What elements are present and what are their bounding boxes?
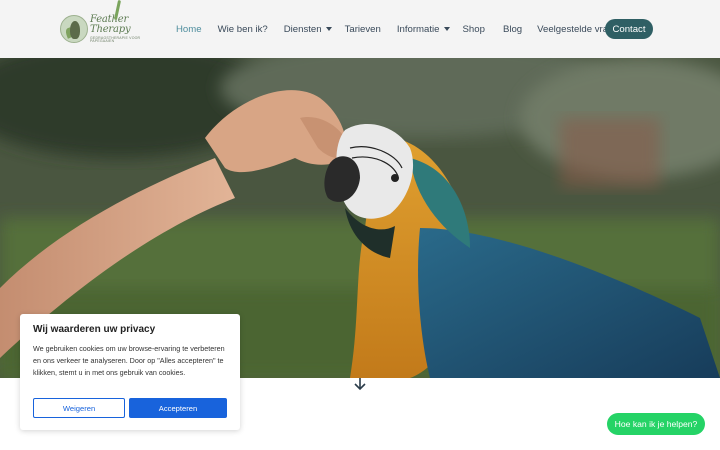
nav-item-diensten[interactable]: Diensten <box>284 24 332 35</box>
nav-label: Informatie <box>396 23 440 35</box>
nav-item-home[interactable]: Home <box>176 24 202 35</box>
accept-cookies-button[interactable]: Accepteren <box>129 398 227 418</box>
nav-item-shop[interactable]: Shop <box>463 24 485 35</box>
nav-item-informatie[interactable]: Informatie <box>397 24 450 35</box>
logo-text: Feather Therapy GEDRAGSTHERAPIE VOOR PAP… <box>90 13 152 44</box>
page: Feather Therapy GEDRAGSTHERAPIE VOOR PAP… <box>0 0 720 450</box>
nav-item-tarieven[interactable]: Tarieven <box>345 24 381 35</box>
cookie-title: Wij waarderen uw privacy <box>33 324 156 335</box>
nav-label: Shop <box>462 23 485 35</box>
nav-label: Home <box>176 23 202 35</box>
nav-label: Diensten <box>283 23 322 35</box>
chevron-down-icon <box>443 27 450 31</box>
contact-button[interactable]: Contact <box>605 19 653 39</box>
reject-cookies-button[interactable]: Weigeren <box>33 398 125 418</box>
cookie-description: We gebruiken cookies om uw browse-ervari… <box>33 344 225 377</box>
cookie-consent-banner: Wij waarderen uw privacy We gebruiken co… <box>20 314 240 430</box>
site-header: Feather Therapy GEDRAGSTHERAPIE VOOR PAP… <box>0 0 720 58</box>
nav-item-blog[interactable]: Blog <box>503 24 522 35</box>
scroll-down-button[interactable] <box>342 378 378 396</box>
main-nav: Home Wie ben ik? Diensten Tarieven Infor… <box>176 19 624 39</box>
brand-name: Feather Therapy <box>90 13 131 35</box>
brand-tagline: GEDRAGSTHERAPIE VOOR PAPEGAAIEN <box>90 35 141 43</box>
nav-item-wie-ben-ik[interactable]: Wie ben ik? <box>218 24 268 35</box>
cookie-actions: Weigeren Accepteren <box>33 398 227 418</box>
nav-label: Wie ben ik? <box>217 23 268 35</box>
parrot-logo-icon <box>60 15 88 43</box>
nav-label: Tarieven <box>344 23 381 35</box>
site-logo[interactable]: Feather Therapy GEDRAGSTHERAPIE VOOR PAP… <box>60 13 152 45</box>
chat-help-button[interactable]: Hoe kan ik je helpen? <box>607 413 705 435</box>
nav-label: Blog <box>502 23 523 35</box>
chevron-down-icon <box>325 27 332 31</box>
